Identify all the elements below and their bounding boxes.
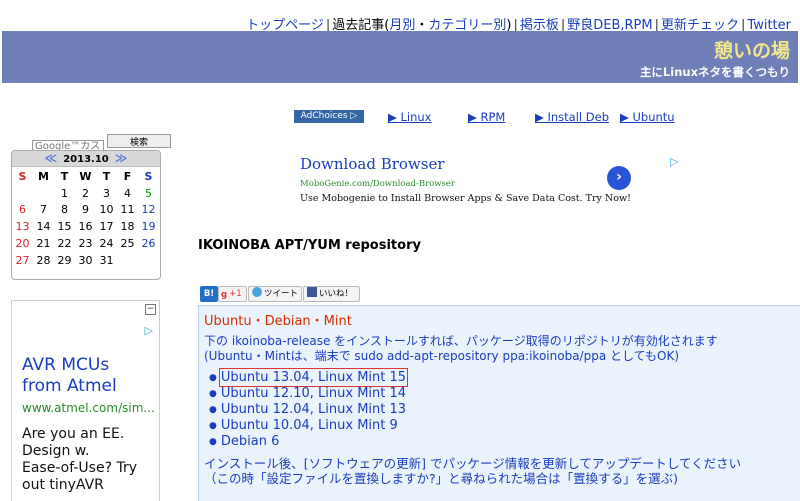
adchoices-badge[interactable]: AdChoices ▷ — [294, 110, 364, 123]
google-plus-button[interactable]: g +1 — [218, 286, 247, 302]
main-ad[interactable]: Download Browser MoboGenie.com/Download-… — [300, 155, 685, 215]
list-item: ● Debian 6 — [209, 434, 406, 450]
google-plus-icon: g — [221, 290, 228, 300]
calendar-day: 22 — [57, 236, 72, 250]
bullet-icon: ● — [209, 405, 217, 415]
search-button[interactable]: 検索 — [107, 134, 171, 148]
calendar-day: 10 — [99, 203, 114, 217]
adchoices-icon[interactable]: ▷ — [670, 155, 678, 168]
release-link[interactable]: Debian 6 — [221, 434, 279, 449]
site-title[interactable]: 憩いの場 — [714, 36, 790, 63]
calendar-day: 7 — [40, 203, 47, 217]
page-title: IKOINOBA APT/YUM repository — [198, 238, 421, 253]
arrow-right-icon[interactable]: › — [607, 166, 631, 190]
calendar-day: 26 — [141, 236, 156, 250]
tweet-label: ツイート — [264, 289, 299, 299]
calendar-day: 3 — [103, 186, 110, 200]
hatena-bookmark-button[interactable]: B! — [200, 286, 218, 302]
calendar-day: 31 — [99, 253, 114, 267]
site-subtitle: 主にLinuxネタを書くつもり — [639, 65, 790, 79]
bullet-icon: ● — [209, 373, 217, 383]
calendar-day: 20 — [15, 236, 30, 250]
release-list: ● Ubuntu 13.04, Linux Mint 15 ● Ubuntu 12.… — [209, 368, 409, 450]
calendar-day: 15 — [57, 220, 72, 234]
twitter-bird-icon — [252, 287, 262, 297]
calendar-day: 28 — [36, 253, 51, 267]
calendar-day: 24 — [99, 236, 114, 250]
calendar-day: 2 — [82, 186, 89, 200]
calendar-day: 21 — [36, 236, 51, 250]
left-ad-headline[interactable]: AVR MCUs from Atmel — [22, 355, 117, 397]
calendar-day: 14 — [36, 220, 51, 234]
repository-box: Ubuntu・Debian・Mint 下の ikoinoba-release を… — [198, 305, 800, 501]
ad-link-linux[interactable]: ▶ Linux — [388, 110, 431, 124]
left-ad[interactable]: − ▷ AVR MCUs from Atmel www.atmel.com/si… — [11, 300, 160, 501]
calendar-header: ≪ 2013.10 ≫ — [12, 151, 160, 167]
calendar-weekday: T — [102, 170, 111, 183]
bullet-icon: ● — [209, 389, 217, 399]
ad-link-ubuntu[interactable]: ▶ Ubuntu — [620, 110, 675, 124]
calendar-day: 11 — [120, 203, 135, 217]
bullet-icon: ● — [209, 437, 217, 447]
facebook-icon — [307, 287, 317, 297]
close-icon[interactable]: − — [145, 304, 156, 315]
calendar-day: 1 — [61, 186, 68, 200]
calendar-day: 12 — [141, 203, 156, 217]
calendar-month: 2013.10 — [63, 154, 109, 165]
calendar-day: 23 — [78, 236, 93, 250]
bullet-icon: ● — [209, 421, 217, 431]
calendar-weekday: W — [79, 170, 92, 183]
list-item: ● Ubuntu 12.04, Linux Mint 13 — [209, 402, 406, 418]
main-ad-description: Use Mobogenie to Install Browser Apps & … — [300, 193, 631, 204]
release-link[interactable]: Ubuntu 12.04, Linux Mint 13 — [221, 402, 406, 417]
main-ad-url[interactable]: MoboGenie.com/Download-Browser — [300, 179, 455, 189]
calendar-weekday: F — [123, 170, 132, 183]
google-plus-label: +1 — [229, 289, 242, 299]
calendar-day: 13 — [15, 220, 30, 234]
list-item: ● Ubuntu 12.10, Linux Mint 14 — [209, 386, 406, 402]
calendar-weekday: S — [144, 170, 153, 183]
calendar-weekday: M — [38, 170, 49, 183]
calendar-day: 27 — [15, 253, 30, 267]
distro-heading: Ubuntu・Debian・Mint — [204, 314, 352, 329]
facebook-like-button[interactable]: いいね！ — [303, 286, 360, 302]
intro-line-2: (Ubuntu・Mintは、端末で sudo add-apt-repositor… — [204, 349, 680, 363]
adchoices-icon[interactable]: ▷ — [145, 324, 153, 337]
release-link[interactable]: Ubuntu 10.04, Linux Mint 9 — [221, 418, 398, 433]
release-link[interactable]: Ubuntu 12.10, Linux Mint 14 — [221, 386, 406, 401]
calendar-day: 18 — [120, 220, 135, 234]
calendar-day: 9 — [82, 203, 89, 217]
calendar-day: 17 — [99, 220, 114, 234]
calendar-prev-icon[interactable]: ≪ — [45, 151, 58, 165]
left-ad-headline-text: AVR MCUs from Atmel — [22, 355, 117, 396]
calendar-day: 6 — [19, 203, 26, 217]
calendar-day: 8 — [61, 203, 68, 217]
calendar-day: 29 — [57, 253, 72, 267]
calendar-day: 5 — [145, 186, 152, 200]
list-item: ● Ubuntu 10.04, Linux Mint 9 — [209, 418, 406, 434]
calendar-next-icon[interactable]: ≫ — [115, 151, 128, 165]
ad-link-rpm[interactable]: ▶ RPM — [468, 110, 505, 124]
calendar-day: 16 — [78, 220, 93, 234]
tweet-button[interactable]: ツイート — [248, 286, 302, 302]
list-item: ● Ubuntu 13.04, Linux Mint 15 — [209, 368, 409, 387]
calendar-day: 25 — [120, 236, 135, 250]
calendar-day: 30 — [78, 253, 93, 267]
calendar-weekday: S — [18, 170, 27, 183]
ad-link-install-deb[interactable]: ▶ Install Deb — [535, 110, 609, 124]
calendar-weekday: T — [60, 170, 69, 183]
left-ad-body: Are you an EE. Design w. Ease-of-Use? Tr… — [22, 426, 137, 493]
calendar-day: 19 — [141, 220, 156, 234]
main-ad-title[interactable]: Download Browser — [300, 155, 445, 173]
left-ad-url[interactable]: www.atmel.com/sim... — [22, 401, 155, 415]
after-install-line-2: （この時「設定ファイルを置換しますか?」と尋ねられた場合は「置換する」を選ぶ) — [204, 471, 679, 486]
site-banner: 憩いの場 主にLinuxネタを書くつもり — [2, 31, 798, 83]
like-label: いいね！ — [319, 289, 354, 299]
calendar-day: 4 — [124, 186, 131, 200]
calendar-widget: ≪ 2013.10 ≫ S M T W T F S 1 2 3 4 5 6 7 8 9 10 11 12 13 14 15 16… — [11, 150, 161, 280]
release-link[interactable]: Ubuntu 13.04, Linux Mint 15 — [218, 368, 409, 387]
